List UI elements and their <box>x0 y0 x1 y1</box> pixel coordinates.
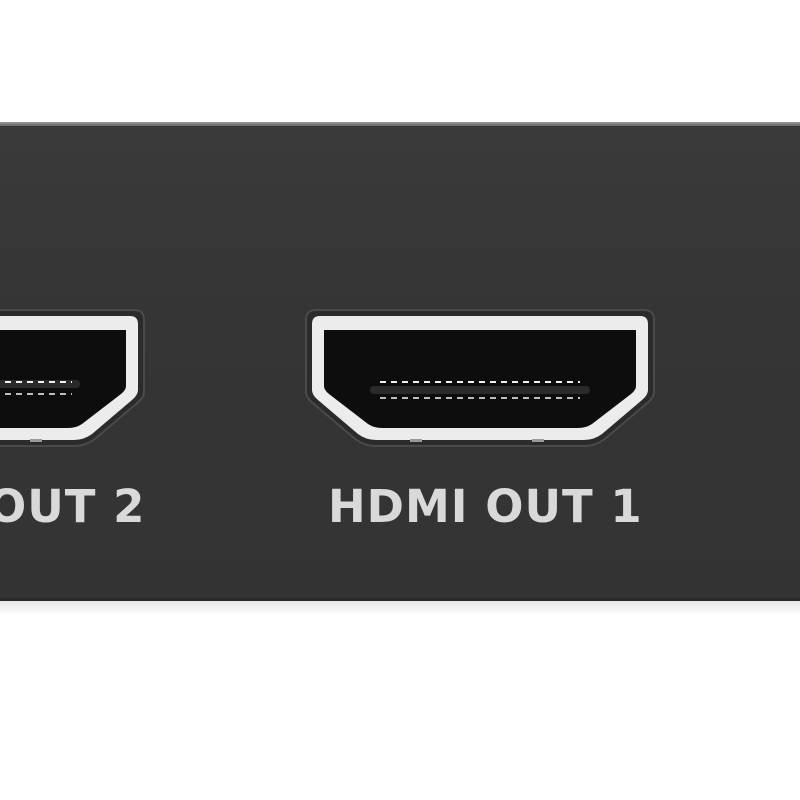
device-photo: OUT 2 HDMI OUT 1 <box>0 0 800 800</box>
hdmi-out-1-port[interactable] <box>300 306 660 456</box>
hdmi-out-2-port[interactable] <box>0 306 150 456</box>
hdmi-out-1-label: HDMI OUT 1 <box>328 480 643 533</box>
hdmi-out-2-label: OUT 2 <box>0 480 146 533</box>
hdmi-port-icon <box>0 309 145 447</box>
panel-shadow <box>0 601 800 615</box>
hdmi-port-icon <box>305 309 655 447</box>
